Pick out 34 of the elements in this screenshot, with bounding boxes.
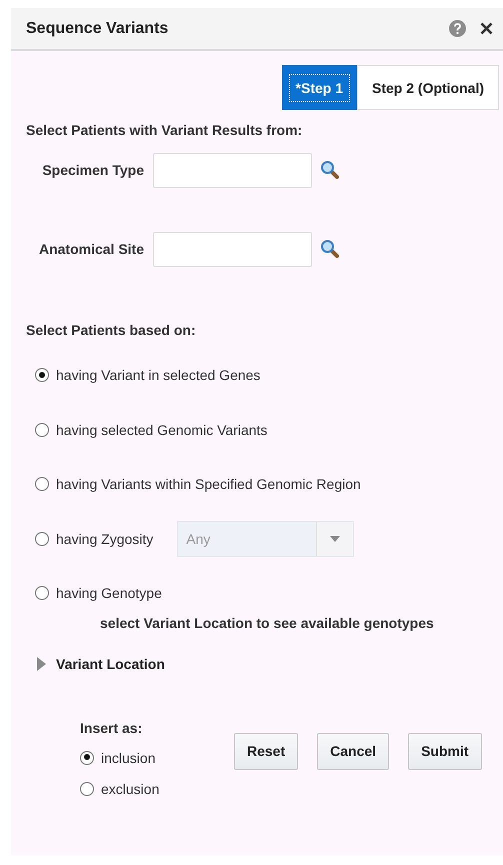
field-label: Specimen Type xyxy=(41,162,145,178)
dropdown-arrow-icon xyxy=(330,536,340,542)
section-heading: Select Patients based on: xyxy=(25,321,197,338)
option-label: having Zygosity xyxy=(56,530,154,546)
action-button[interactable]: Cancel xyxy=(317,732,390,770)
radio-button[interactable] xyxy=(35,586,49,600)
option-label: having selected Genomic Variants xyxy=(56,422,268,438)
close-icon[interactable] xyxy=(480,22,493,35)
radio-button[interactable] xyxy=(80,782,94,796)
action-button[interactable]: Submit xyxy=(408,732,482,770)
insert-label: Insert as: xyxy=(80,720,144,736)
option-label: inclusion xyxy=(101,750,156,766)
search-icon[interactable] xyxy=(320,239,340,259)
radio-button[interactable] xyxy=(35,477,49,491)
option-label: having Variant in selected Genes xyxy=(56,367,260,383)
section-heading: Select Patients with Variant Results from: xyxy=(25,121,304,138)
radio-button[interactable] xyxy=(35,368,49,382)
expand-triangle-icon[interactable] xyxy=(36,656,46,670)
step-tab[interactable]: *Step 1 xyxy=(282,65,357,110)
search-icon[interactable] xyxy=(320,160,340,180)
action-button[interactable]: Reset xyxy=(234,732,298,770)
input-field[interactable] xyxy=(153,152,312,188)
step-tab[interactable]: Step 2 (Optional) xyxy=(357,65,499,110)
help-icon[interactable] xyxy=(449,20,466,37)
option-label: having Variants within Specified Genomic Region xyxy=(56,476,361,492)
radio-button[interactable] xyxy=(80,750,94,764)
input-field[interactable] xyxy=(153,232,312,266)
option-label: exclusion xyxy=(101,780,160,796)
radio-button[interactable] xyxy=(35,422,49,436)
section-toggle[interactable]: Variant Location xyxy=(56,656,165,672)
window-title: Sequence Variants xyxy=(26,20,170,38)
hint-text: select Variant Location to see available genotypes xyxy=(99,614,435,630)
option-label: having Genotype xyxy=(56,585,162,601)
field-label: Anatomical Site xyxy=(38,241,145,257)
